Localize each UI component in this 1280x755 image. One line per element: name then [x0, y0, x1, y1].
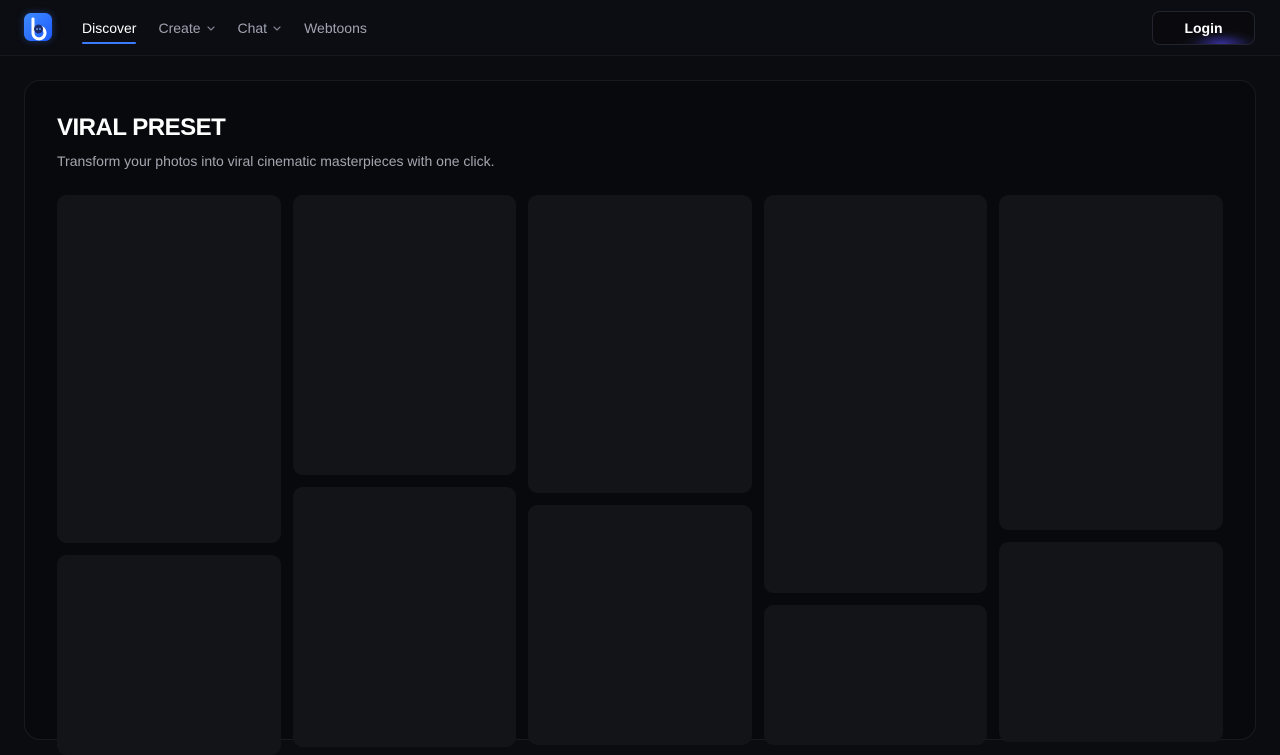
preset-card[interactable] — [999, 195, 1223, 530]
nav-webtoons-label: Webtoons — [304, 20, 367, 36]
nav-webtoons[interactable]: Webtoons — [304, 0, 367, 56]
preset-card[interactable] — [764, 605, 987, 745]
preset-card[interactable] — [999, 542, 1223, 742]
chevron-down-icon — [273, 26, 281, 31]
top-navigation-bar: Discover Create Chat Webtoons Login — [0, 0, 1280, 56]
nav-discover[interactable]: Discover — [82, 0, 137, 56]
login-button[interactable]: Login — [1152, 11, 1255, 45]
preset-card[interactable] — [57, 555, 281, 755]
main-nav: Discover Create Chat Webtoons — [82, 0, 367, 56]
nav-discover-label: Discover — [82, 20, 137, 36]
nav-create-label: Create — [158, 20, 201, 36]
preset-card[interactable] — [293, 487, 516, 747]
preset-card[interactable] — [764, 195, 987, 593]
preset-card[interactable] — [528, 505, 752, 745]
nav-chat-label: Chat — [237, 20, 268, 36]
nav-chat[interactable]: Chat — [238, 0, 283, 56]
nav-create[interactable]: Create — [158, 0, 215, 56]
preset-card[interactable] — [293, 195, 516, 475]
page-title: VIRAL PRESET — [57, 114, 226, 141]
page-subtitle: Transform your photos into viral cinemat… — [57, 153, 495, 169]
preset-card[interactable] — [57, 195, 281, 543]
preset-card[interactable] — [528, 195, 752, 493]
chevron-down-icon — [206, 26, 215, 31]
app-logo-icon[interactable] — [24, 13, 52, 41]
